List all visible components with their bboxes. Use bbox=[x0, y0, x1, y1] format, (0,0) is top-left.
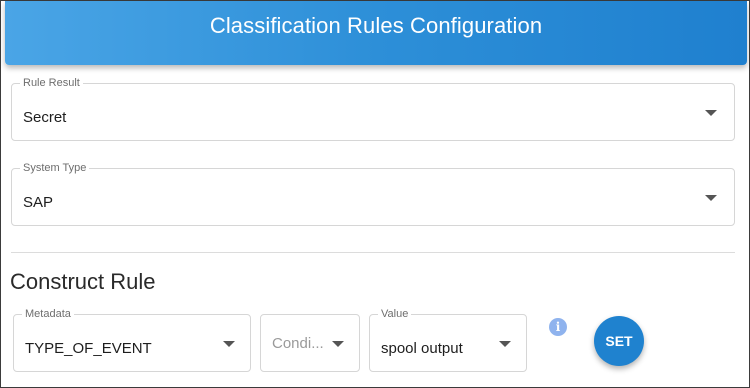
system-type-select[interactable]: System Type SAP bbox=[11, 162, 735, 226]
condition-placeholder: Condi... bbox=[272, 335, 324, 352]
section-divider bbox=[11, 252, 735, 253]
condition-select[interactable]: Condi... bbox=[260, 314, 360, 372]
metadata-select[interactable]: Metadata TYPE_OF_EVENT bbox=[13, 308, 251, 372]
value-label: Value bbox=[378, 308, 412, 320]
rule-result-label: Rule Result bbox=[20, 77, 83, 89]
rule-result-value: Secret bbox=[23, 109, 67, 126]
metadata-label: Metadata bbox=[22, 308, 74, 320]
info-icon[interactable]: i bbox=[549, 318, 567, 336]
chevron-down-icon bbox=[332, 341, 344, 347]
app-header: Classification Rules Configuration bbox=[5, 1, 747, 65]
construct-rule-heading: Construct Rule bbox=[10, 269, 156, 294]
set-button[interactable]: SET bbox=[594, 316, 644, 366]
chevron-down-icon bbox=[705, 110, 717, 116]
metadata-value: TYPE_OF_EVENT bbox=[25, 340, 152, 357]
rule-result-select[interactable]: Rule Result Secret bbox=[11, 77, 735, 141]
system-type-value: SAP bbox=[23, 194, 54, 211]
system-type-label: System Type bbox=[20, 162, 90, 174]
chevron-down-icon bbox=[705, 195, 717, 201]
chevron-down-icon bbox=[223, 341, 235, 347]
page-title: Classification Rules Configuration bbox=[209, 13, 543, 38]
value-value: spool output bbox=[381, 340, 463, 357]
app-window: Classification Rules Configuration Rule … bbox=[0, 0, 750, 388]
chevron-down-icon bbox=[499, 341, 511, 347]
value-select[interactable]: Value spool output bbox=[369, 308, 527, 372]
